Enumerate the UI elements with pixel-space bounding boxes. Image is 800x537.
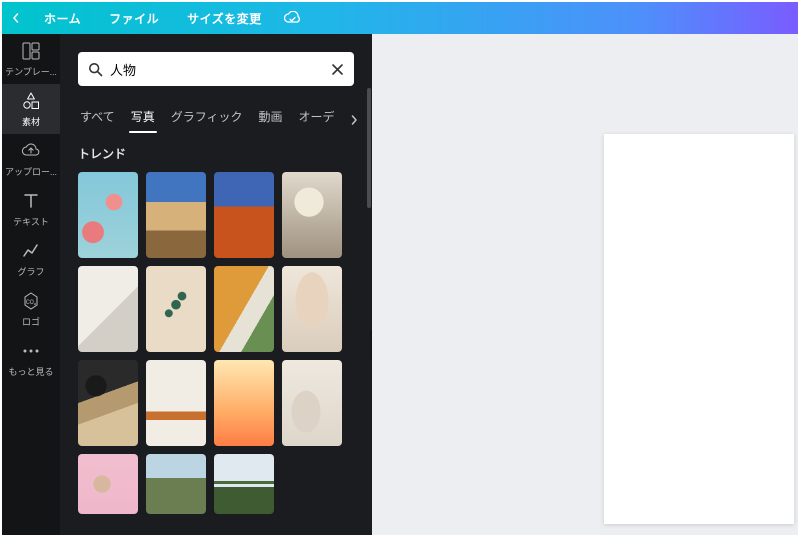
results-scroll[interactable]: トレンド (60, 137, 372, 535)
app-root: ホーム ファイル サイズを変更 テンプレー... 素材 アップロー... (0, 0, 800, 537)
result-thumbnail[interactable] (282, 172, 342, 258)
sidebar-item-label: アップロー... (5, 165, 57, 178)
clear-search-icon[interactable] (328, 60, 346, 78)
top-menu-bar: ホーム ファイル サイズを変更 (2, 2, 798, 34)
result-thumbnail[interactable] (78, 454, 138, 514)
text-icon (20, 190, 42, 212)
search-icon (86, 60, 104, 78)
sidebar-item-uploads[interactable]: アップロー... (2, 134, 60, 184)
result-thumbnail[interactable] (146, 454, 206, 514)
elements-panel: すべて 写真 グラフィック 動画 オーデ トレンド (60, 34, 372, 535)
result-thumbnail[interactable] (146, 172, 206, 258)
result-thumbnail[interactable] (146, 360, 206, 446)
sidebar-item-label: 素材 (22, 115, 40, 128)
menu-home[interactable]: ホーム (30, 10, 95, 27)
result-thumbnail[interactable] (78, 172, 138, 258)
result-thumbnail[interactable] (282, 360, 342, 446)
result-thumbnail[interactable] (146, 266, 206, 352)
sidebar-item-label: テキスト (13, 215, 49, 228)
sidebar-item-more[interactable]: もっと見る (2, 334, 60, 384)
menu-file[interactable]: ファイル (95, 10, 173, 27)
more-icon (20, 340, 42, 362)
upload-icon (20, 140, 42, 162)
left-sidebar: テンプレー... 素材 アップロー... テキスト グラフ (2, 34, 60, 535)
result-thumbnail[interactable] (214, 454, 274, 514)
result-thumbnail[interactable] (78, 360, 138, 446)
sidebar-item-logos[interactable]: CO₂ ロゴ (2, 284, 60, 334)
sidebar-item-text[interactable]: テキスト (2, 184, 60, 234)
result-thumbnail[interactable] (214, 266, 274, 352)
templates-icon (20, 40, 42, 62)
svg-text:CO₂: CO₂ (26, 299, 36, 306)
tabs-scroll-right-icon[interactable] (349, 111, 359, 129)
results-grid (78, 172, 354, 535)
tab-videos[interactable]: 動画 (256, 102, 284, 137)
sidebar-item-label: ロゴ (22, 315, 40, 328)
tab-audio[interactable]: オーデ (296, 102, 336, 137)
sidebar-item-label: もっと見る (8, 365, 53, 378)
filter-tabs: すべて 写真 グラフィック 動画 オーデ (60, 96, 372, 137)
chart-icon (20, 240, 42, 262)
sidebar-item-elements[interactable]: 素材 (2, 84, 60, 134)
search-box[interactable] (78, 52, 354, 86)
elements-icon (20, 90, 42, 112)
sidebar-item-label: テンプレー... (5, 65, 57, 78)
result-thumbnail[interactable] (214, 172, 274, 258)
logo-icon: CO₂ (20, 290, 42, 312)
result-thumbnail[interactable] (214, 360, 274, 446)
section-trending-title: トレンド (78, 145, 354, 162)
result-thumbnail[interactable] (78, 266, 138, 352)
sidebar-item-templates[interactable]: テンプレー... (2, 34, 60, 84)
back-chevron-icon[interactable] (2, 13, 30, 23)
tab-photos[interactable]: 写真 (129, 102, 157, 137)
search-input[interactable] (110, 62, 322, 77)
panel-scrollbar-thumb[interactable] (367, 88, 371, 208)
tab-all[interactable]: すべて (78, 102, 117, 137)
sidebar-item-charts[interactable]: グラフ (2, 234, 60, 284)
search-wrap (60, 34, 372, 96)
canvas-area[interactable] (372, 34, 798, 535)
menu-resize[interactable]: サイズを変更 (173, 10, 276, 27)
result-thumbnail[interactable] (282, 266, 342, 352)
design-page[interactable] (604, 134, 794, 524)
cloud-sync-icon[interactable] (280, 6, 304, 30)
sidebar-item-label: グラフ (17, 265, 44, 278)
tab-graphics[interactable]: グラフィック (169, 102, 245, 137)
